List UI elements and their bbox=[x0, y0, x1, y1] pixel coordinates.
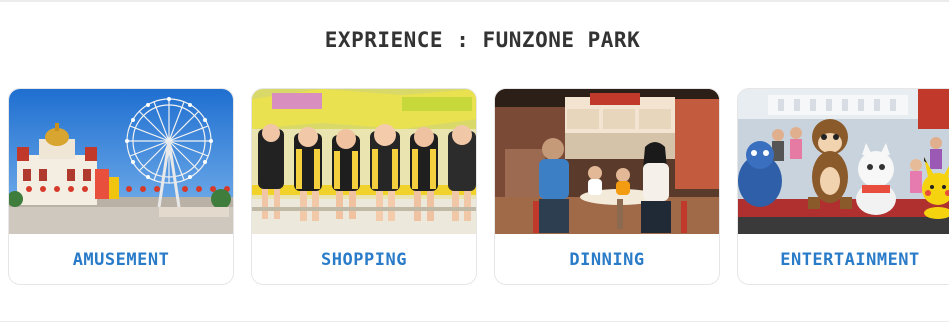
bottom-divider bbox=[0, 321, 949, 322]
section-title: EXPRIENCE : FUNZONE PARK bbox=[324, 28, 641, 52]
funzone-experience-section: EXPRIENCE : FUNZONE PARK AMUSEMENT SHOPP… bbox=[0, 0, 949, 324]
card-dinning[interactable]: DINNING bbox=[494, 88, 720, 285]
top-divider bbox=[0, 0, 949, 2]
card-label: ENTERTAINMENT bbox=[780, 250, 920, 270]
card-label: SHOPPING bbox=[321, 250, 407, 270]
card-amusement[interactable]: AMUSEMENT bbox=[8, 88, 234, 285]
entertainment-photo bbox=[738, 89, 949, 234]
amusement-photo bbox=[9, 89, 233, 234]
card-label: AMUSEMENT bbox=[72, 250, 170, 270]
shopping-photo bbox=[252, 89, 476, 234]
dinning-photo bbox=[495, 89, 719, 234]
card-entertainment[interactable]: ENTERTAINMENT bbox=[737, 88, 949, 285]
card-label: DINNING bbox=[569, 250, 645, 270]
card-shopping[interactable]: SHOPPING bbox=[251, 88, 477, 285]
